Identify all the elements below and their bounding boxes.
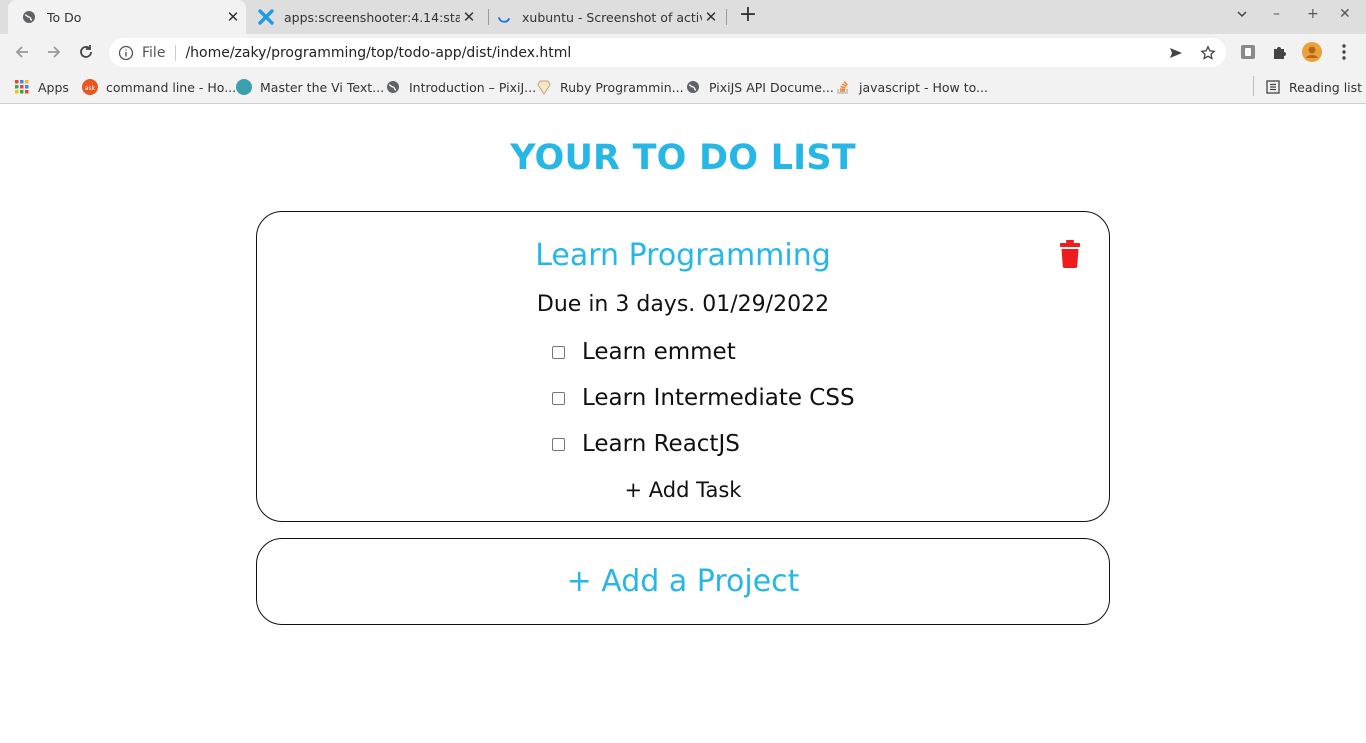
ruby-icon xyxy=(536,79,552,95)
due-date: Due in 3 days. 01/29/2022 xyxy=(536,292,830,317)
add-project-button[interactable]: + Add a Project xyxy=(256,538,1110,625)
globe-icon xyxy=(385,79,401,95)
bookmark-vi-editor[interactable]: Master the Vi Text... xyxy=(236,78,384,96)
bookmark-label: javascript - How to... xyxy=(859,79,988,95)
url-text[interactable]: /home/zaky/programming/top/todo-app/dist… xyxy=(185,45,571,61)
close-icon[interactable]: ✕ xyxy=(460,8,478,26)
delete-project-button[interactable] xyxy=(1060,240,1080,269)
extension-translate-icon[interactable] xyxy=(1238,42,1258,62)
task-item: Learn Intermediate CSS xyxy=(552,383,855,413)
reading-list-button[interactable]: Reading list xyxy=(1265,78,1362,96)
bookmark-label: PixiJS API Docume... xyxy=(709,79,834,95)
stackoverflow-icon xyxy=(835,79,851,95)
bookmark-label: command line - Ho... xyxy=(106,79,237,95)
trash-icon xyxy=(1060,240,1080,269)
reading-list-label: Reading list xyxy=(1289,79,1363,95)
task-label: Learn emmet xyxy=(582,339,736,365)
bookmark-apps[interactable]: Apps xyxy=(14,78,69,96)
bookmarks-bar: Apps ask command line - Ho... Master the… xyxy=(0,70,1366,104)
forward-button[interactable] xyxy=(43,41,65,63)
arrow-left-icon xyxy=(15,46,28,58)
task-item: Learn ReactJS xyxy=(552,429,740,459)
task-checkbox[interactable] xyxy=(552,437,565,451)
arrow-right-icon xyxy=(48,46,61,58)
project-name[interactable]: Learn Programming xyxy=(257,238,1109,273)
dokuwiki-x-icon xyxy=(258,9,274,25)
bookmark-ruby[interactable]: Ruby Programmin... xyxy=(536,78,684,96)
tab-title: apps:screenshooter:4.14:start [ xyxy=(284,9,460,25)
minimize-button[interactable]: – xyxy=(1273,6,1280,22)
reload-button[interactable] xyxy=(75,41,97,63)
bookmark-label: Apps xyxy=(38,79,69,95)
close-icon[interactable]: ✕ xyxy=(224,8,242,26)
bookmark-command-line[interactable]: ask command line - Ho... xyxy=(82,78,236,96)
bookmarks-divider xyxy=(1253,76,1254,96)
bookmark-label: Introduction – PixiJ... xyxy=(409,79,537,95)
tab-search-icon[interactable] xyxy=(1236,8,1248,24)
reload-icon xyxy=(80,45,92,58)
new-tab-button[interactable]: + xyxy=(737,4,759,27)
tab-screenshooter[interactable]: apps:screenshooter:4.14:start [ ✕ xyxy=(258,0,482,34)
bookmark-pixijs-api[interactable]: PixiJS API Docume... xyxy=(685,78,834,96)
page-title: YOUR TO DO LIST xyxy=(510,138,856,178)
task-item: Learn emmet xyxy=(552,337,736,367)
info-icon[interactable] xyxy=(118,45,134,61)
globe-teal-icon xyxy=(236,79,252,95)
task-label: Learn Intermediate CSS xyxy=(582,385,855,411)
bookmark-pixij-intro[interactable]: Introduction – PixiJ... xyxy=(385,78,536,96)
tab-separator xyxy=(488,9,489,25)
star-icon[interactable] xyxy=(1199,44,1217,62)
maximize-button[interactable]: + xyxy=(1307,6,1319,22)
svg-text:ask: ask xyxy=(85,85,96,92)
loading-spinner-icon xyxy=(496,9,512,25)
send-icon[interactable] xyxy=(1167,44,1185,62)
close-window-button[interactable]: ✕ xyxy=(1339,6,1351,22)
task-checkbox[interactable] xyxy=(552,391,565,405)
todo-app: YOUR TO DO LIST Learn Programming Due in… xyxy=(0,105,1366,743)
tab-separator xyxy=(726,9,727,25)
tab-todo[interactable]: To Do ✕ xyxy=(8,0,246,34)
globe-icon xyxy=(21,9,37,25)
globe-icon xyxy=(685,79,701,95)
task-checkbox[interactable] xyxy=(552,345,565,359)
bookmark-label: Ruby Programmin... xyxy=(560,79,684,95)
close-icon[interactable]: ✕ xyxy=(702,8,720,26)
tab-title: xubuntu - Screenshot of active w xyxy=(522,9,702,25)
askubuntu-icon: ask xyxy=(82,79,98,95)
tab-title: To Do xyxy=(47,9,82,25)
bookmark-javascript[interactable]: javascript - How to... xyxy=(835,78,988,96)
puzzle-icon[interactable] xyxy=(1270,42,1290,62)
back-button[interactable] xyxy=(11,41,33,63)
profile-avatar-icon[interactable] xyxy=(1302,42,1322,62)
bookmark-label: Master the Vi Text... xyxy=(260,79,385,95)
task-label: Learn ReactJS xyxy=(582,431,740,457)
reading-list-icon xyxy=(1265,79,1281,95)
browser-toolbar: File /home/zaky/programming/top/todo-app… xyxy=(0,34,1366,70)
omnibox-divider xyxy=(175,44,177,61)
address-bar[interactable]: File /home/zaky/programming/top/todo-app… xyxy=(109,38,1226,67)
url-scheme-label: File xyxy=(142,44,166,61)
add-task-button[interactable]: + Add Task xyxy=(257,478,1109,502)
menu-kebab-icon[interactable] xyxy=(1334,42,1354,62)
project-card: Learn Programming Due in 3 days. 01/29/2… xyxy=(256,211,1110,522)
tab-strip: To Do ✕ apps:screenshooter:4.14:start [ … xyxy=(0,0,1366,34)
apps-grid-icon xyxy=(14,79,30,95)
tab-xubuntu[interactable]: xubuntu - Screenshot of active w ✕ xyxy=(496,0,720,34)
